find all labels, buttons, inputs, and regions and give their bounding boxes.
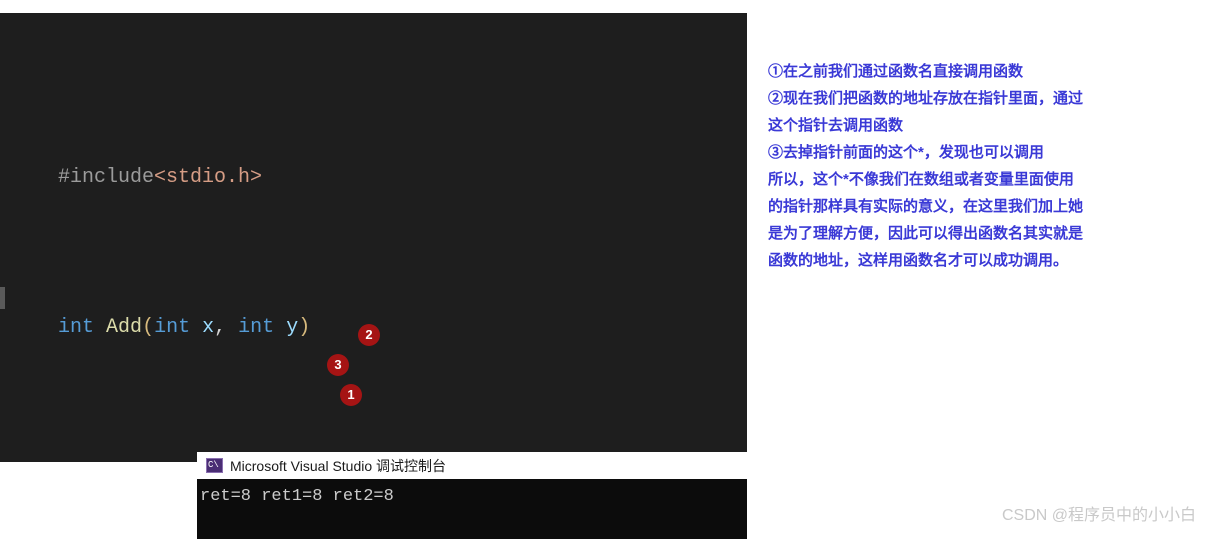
note-line: 这个指针去调用函数 [768, 117, 904, 134]
note-line: 是为了理解方便，因此可以得出函数名其实就是 [768, 225, 1084, 242]
code-token-function: Add [106, 316, 143, 339]
code-line[interactable]: #include<stdio.h> [0, 133, 747, 189]
note-line: 所以，这个*不像我们在数组或者变量里面使用 [768, 171, 1074, 188]
code-token-keyword: int [154, 316, 191, 339]
annotation-badge-1: 1 [340, 384, 362, 406]
annotation-badge-3: 3 [327, 354, 349, 376]
outline-collapse-marker[interactable] [0, 287, 5, 309]
note-line: ①在之前我们通过函数名直接调用函数 [768, 63, 1024, 80]
annotation-badge-2: 2 [358, 324, 380, 346]
note-line: 函数的地址，这样用函数名才可以成功调用。 [768, 252, 1069, 269]
note-line: ③去掉指针前面的这个*，发现也可以调用 [768, 144, 1044, 161]
console-titlebar[interactable]: Microsoft Visual Studio 调试控制台 [197, 452, 747, 479]
code-token-paren: ) [298, 316, 311, 339]
code-token-preprocessor: #include [58, 166, 155, 189]
console-window-title: Microsoft Visual Studio 调试控制台 [230, 457, 447, 474]
code-token-paren: ( [142, 316, 155, 339]
console-app-icon [206, 458, 223, 473]
code-token-punct: , [214, 316, 227, 339]
console-output: ret=8 ret1=8 ret2=8 [200, 487, 394, 506]
console-window[interactable]: Microsoft Visual Studio 调试控制台 ret=8 ret1… [197, 452, 747, 539]
code-line[interactable]: int Add(int x, int y) [0, 283, 747, 339]
code-token-keyword: int [58, 316, 95, 339]
code-editor[interactable]: #include<stdio.h> int Add(int x, int y) … [0, 13, 747, 462]
watermark: CSDN @程序员中的小小白 [1001, 507, 1196, 524]
note-line: ②现在我们把函数的地址存放在指针里面，通过 [768, 90, 1084, 107]
code-token-identifier: x [202, 316, 215, 339]
code-token-identifier: y [286, 316, 299, 339]
note-line: 的指针那样具有实际的意义，在这里我们加上她 [768, 198, 1084, 215]
annotation-notes: ①在之前我们通过函数名直接调用函数 ②现在我们把函数的地址存放在指针里面，通过 … [768, 58, 1188, 274]
code-token-keyword: int [238, 316, 275, 339]
code-token-header: <stdio.h> [154, 166, 263, 189]
